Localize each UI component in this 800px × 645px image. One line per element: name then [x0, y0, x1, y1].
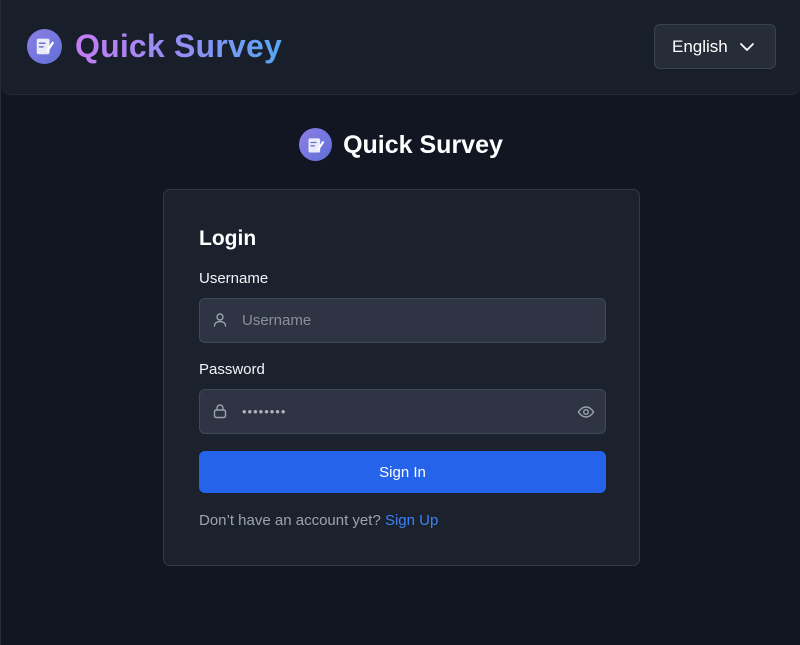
page-brand: Quick Survey	[1, 128, 800, 161]
survey-logo-icon	[299, 128, 333, 161]
language-select[interactable]: English	[654, 24, 776, 69]
top-header: Quick Survey English	[1, 0, 800, 95]
sign-up-link[interactable]: Sign Up	[385, 512, 438, 529]
sign-in-button[interactable]: Sign In	[199, 451, 606, 493]
password-field[interactable]	[199, 389, 606, 434]
eye-icon[interactable]	[577, 403, 595, 426]
password-label: Password	[199, 361, 265, 378]
lock-icon	[212, 403, 228, 424]
page-brand-title: Quick Survey	[343, 130, 503, 159]
signup-prompt-text: Don’t have an account yet?	[199, 512, 381, 529]
username-input[interactable]	[242, 299, 562, 342]
chevron-down-icon	[739, 39, 755, 60]
user-icon	[212, 312, 228, 333]
password-input[interactable]	[242, 390, 562, 433]
app-frame: Quick Survey English Quick Survey Login …	[0, 0, 800, 645]
language-select-value: English	[672, 36, 728, 56]
header-brand[interactable]: Quick Survey	[27, 28, 282, 64]
signup-prompt: Don’t have an account yet? Sign Up	[199, 512, 438, 529]
username-label: Username	[199, 270, 269, 287]
survey-logo-icon	[27, 28, 62, 64]
login-title: Login	[199, 227, 257, 250]
header-brand-title: Quick Survey	[75, 28, 282, 64]
login-card: Login Username Password	[163, 189, 640, 566]
username-field[interactable]	[199, 298, 606, 343]
